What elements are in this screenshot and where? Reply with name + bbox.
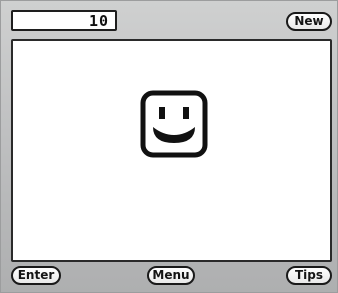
- enter-button[interactable]: Enter: [11, 266, 61, 285]
- menu-button[interactable]: Menu: [147, 266, 195, 285]
- display-value: 10: [88, 12, 109, 30]
- new-button[interactable]: New: [286, 12, 332, 31]
- number-display: 10: [11, 10, 117, 31]
- smiley-face-icon: [140, 90, 208, 158]
- app-window: 10 New Enter Menu Tips: [0, 0, 338, 293]
- main-screen[interactable]: [11, 39, 332, 262]
- tips-button[interactable]: Tips: [286, 266, 332, 285]
